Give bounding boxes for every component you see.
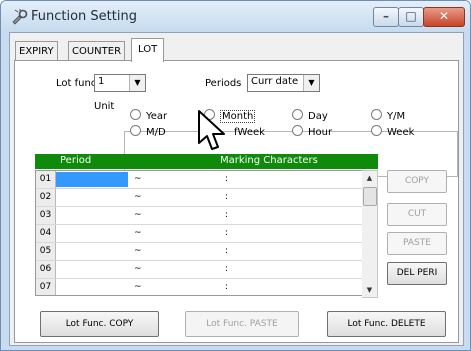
scroll-thumb[interactable] — [363, 187, 377, 206]
table-row[interactable]: 03 ~ : — [36, 207, 363, 225]
period-separator: ~ — [134, 192, 142, 202]
scroll-down-icon[interactable]: ▼ — [362, 283, 377, 297]
period-grid[interactable]: 01 ~ : 02 ~ : 03 ~ : 04 ~ : 05 ~: 06 ~ … — [35, 170, 364, 296]
delete-period-button[interactable]: DEL PERI — [387, 262, 447, 285]
period-separator: ~ — [134, 228, 142, 238]
row-number: 06 — [36, 261, 56, 278]
radio-circle-icon — [130, 109, 141, 120]
cut-button[interactable]: CUT — [387, 203, 447, 226]
close-button[interactable]: ✕ — [423, 7, 465, 27]
radio-ym-label: Y/M — [387, 111, 406, 122]
row-number: 01 — [36, 171, 56, 188]
marking-separator: : — [225, 174, 229, 184]
radio-day-label: Day — [308, 111, 328, 122]
period-start-cell[interactable] — [56, 226, 128, 241]
maximize-button[interactable]: □ — [398, 7, 424, 27]
radio-md-label: M/D — [146, 127, 166, 138]
scroll-up-icon[interactable]: ▲ — [362, 171, 377, 185]
tab-lot[interactable]: LOT — [131, 38, 165, 62]
radio-circle-icon — [292, 125, 303, 136]
tab-expiry[interactable]: EXPIRY — [15, 41, 58, 61]
lot-func-delete-button[interactable]: Lot Func. DELETE — [327, 311, 446, 337]
period-column-header: Period — [60, 155, 92, 166]
radio-week[interactable]: Week — [371, 125, 414, 138]
dropdown-arrow-icon[interactable]: ▼ — [303, 75, 319, 91]
marking-separator: : — [225, 246, 229, 256]
period-separator: ~ — [134, 246, 142, 256]
grid-scrollbar[interactable]: ▲ ▼ — [362, 170, 378, 298]
row-number: 05 — [36, 243, 56, 260]
period-start-cell[interactable] — [56, 190, 128, 205]
radio-year-label: Year — [146, 111, 168, 122]
radio-week-label: Week — [387, 127, 415, 138]
function-setting-window: Function Setting – □ ✕ EXPIRY COUNTER LO… — [0, 0, 471, 351]
title-bar[interactable]: Function Setting – □ ✕ — [1, 1, 470, 33]
periods-value: Curr date — [251, 76, 299, 87]
maximize-icon: □ — [405, 9, 417, 23]
lot-func-value: 1 — [98, 76, 105, 87]
minimize-icon: – — [383, 9, 389, 23]
row-number: 03 — [36, 207, 56, 224]
lot-func-copy-button[interactable]: Lot Func. COPY — [40, 311, 159, 337]
radio-year[interactable]: Year — [130, 109, 167, 122]
table-row[interactable]: 01 ~ : — [36, 171, 363, 189]
radio-day[interactable]: Day — [292, 109, 328, 122]
marking-separator: : — [225, 210, 229, 220]
radio-ym[interactable]: Y/M — [371, 109, 405, 122]
period-separator: ~ — [134, 264, 142, 274]
table-row[interactable]: 07 ~ : — [36, 279, 363, 295]
radio-hour-label: Hour — [308, 127, 333, 138]
periods-select[interactable]: Curr date ▼ — [247, 74, 320, 92]
radio-md[interactable]: M/D — [130, 125, 166, 138]
table-row[interactable]: 06 ~ : — [36, 261, 363, 279]
lot-func-select[interactable]: 1 ▼ — [94, 74, 146, 92]
marking-separator: : — [225, 192, 229, 202]
copy-button[interactable]: COPY — [387, 170, 447, 193]
periods-label: Periods — [205, 78, 242, 89]
window-title: Function Setting — [31, 9, 137, 24]
marking-separator: : — [225, 228, 229, 238]
radio-circle-icon — [371, 125, 382, 136]
radio-circle-icon — [130, 125, 141, 136]
minimize-button[interactable]: – — [373, 7, 399, 27]
dropdown-arrow-icon[interactable]: ▼ — [129, 75, 145, 91]
row-number: 07 — [36, 279, 56, 295]
table-row[interactable]: 05 ~ : — [36, 243, 363, 261]
period-separator: ~ — [134, 282, 142, 292]
table-row[interactable]: 04 ~ : — [36, 225, 363, 243]
period-start-cell[interactable] — [56, 208, 128, 223]
tab-counter[interactable]: COUNTER — [68, 41, 126, 61]
function-wrench-icon — [12, 9, 28, 25]
mouse-pointer-icon — [198, 110, 225, 150]
table-row[interactable]: 02 ~ : — [36, 189, 363, 207]
marking-column-header: Marking Characters — [220, 155, 318, 166]
radio-hour[interactable]: Hour — [292, 125, 332, 138]
period-separator: ~ — [134, 174, 142, 184]
radio-circle-icon — [292, 109, 303, 120]
dialog-client-area: EXPIRY COUNTER LOT Lot func. 1 ▼ Periods… — [9, 32, 464, 346]
unit-label: Unit — [94, 101, 115, 112]
period-start-cell[interactable] — [56, 280, 128, 295]
period-separator: ~ — [134, 210, 142, 220]
grid-header: Period Marking Characters — [35, 154, 378, 169]
period-start-cell[interactable] — [56, 172, 128, 187]
lot-func-label: Lot func. — [56, 78, 100, 89]
lot-func-paste-button[interactable]: Lot Func. PASTE — [185, 311, 299, 337]
period-start-cell[interactable] — [56, 244, 128, 259]
row-number: 02 — [36, 189, 56, 206]
close-icon: ✕ — [438, 9, 450, 23]
period-start-cell[interactable] — [56, 262, 128, 277]
paste-button[interactable]: PASTE — [387, 232, 447, 255]
radio-circle-icon — [371, 109, 382, 120]
row-number: 04 — [36, 225, 56, 242]
marking-separator: : — [225, 282, 229, 292]
marking-separator: : — [225, 264, 229, 274]
